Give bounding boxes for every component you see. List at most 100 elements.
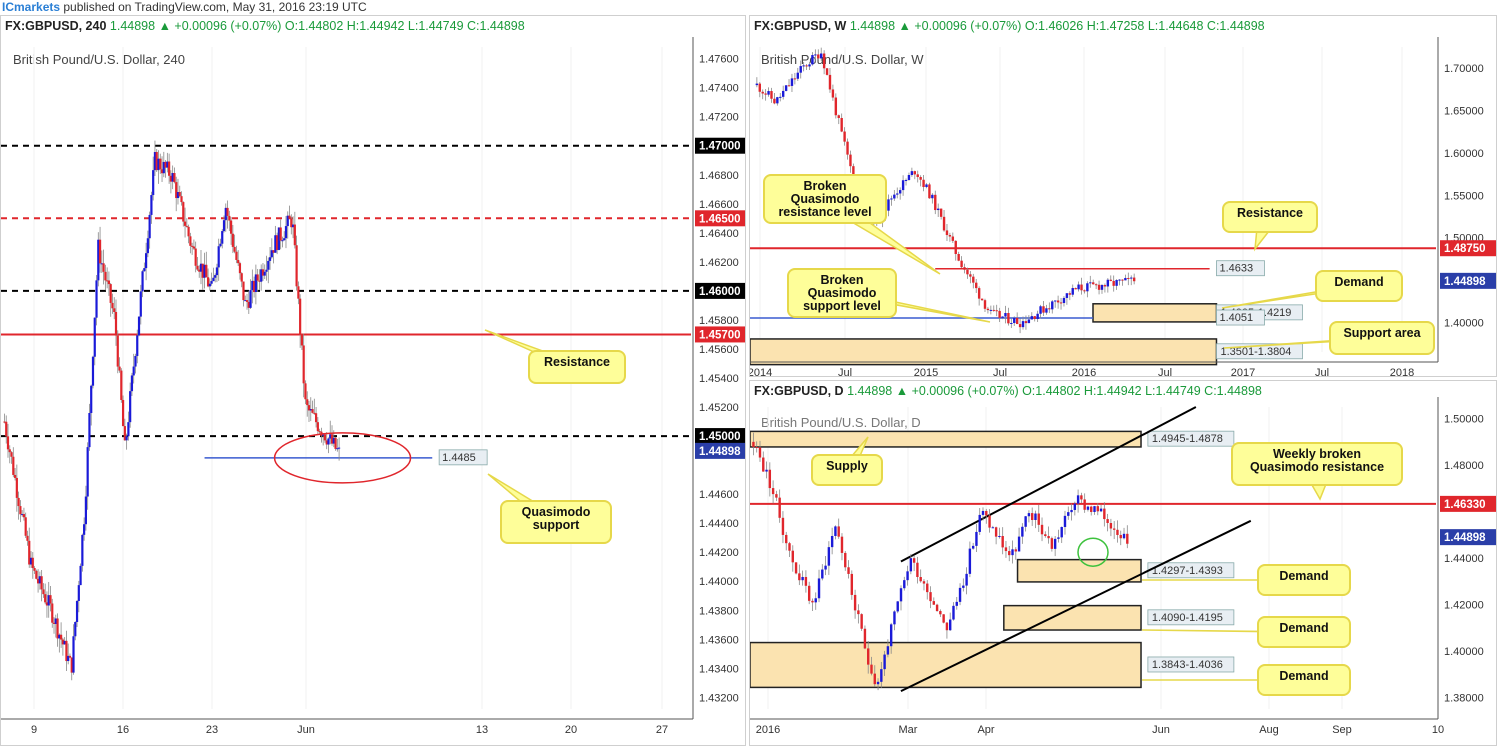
brand-name[interactable]: ICmarkets <box>2 0 60 14</box>
candle-body <box>776 97 779 104</box>
candle-body <box>824 565 827 570</box>
candle-body <box>808 64 811 67</box>
zone-rect <box>750 430 1142 448</box>
annotation-text: Quasimodo resistance <box>1250 460 1384 474</box>
y-tick-label: 1.47600 <box>699 54 739 66</box>
candle-body <box>758 83 761 92</box>
daily-chart-svg[interactable]: 1.4945-1.4878 1.4297-1.4393 1.4090-1.4195 1… <box>750 381 1496 745</box>
candle-body <box>104 271 107 281</box>
weekly-chart-svg[interactable]: 1.4005-1.42191.3501-1.38041.46331.40511.… <box>750 16 1496 376</box>
candle-body <box>1112 528 1116 530</box>
candle-body <box>114 311 118 336</box>
candle-body <box>975 531 978 546</box>
candle-body <box>814 54 817 56</box>
candle-body <box>958 587 962 602</box>
candle-body <box>771 488 775 495</box>
annotation-text: Quasimodo <box>791 192 860 206</box>
candle-body <box>817 54 820 59</box>
candle-body <box>33 568 36 571</box>
candle-body <box>922 581 926 584</box>
candle-body <box>793 78 797 80</box>
candle-body <box>948 235 952 237</box>
candle-body <box>966 269 969 275</box>
candle-body <box>242 281 245 301</box>
candle-body <box>77 585 80 601</box>
candle-body <box>951 236 955 241</box>
candle-body <box>778 497 781 518</box>
h4-chart-panel[interactable]: FX:GBPUSD, 240 1.44898 ▲ +0.00096 (+0.07… <box>0 15 746 746</box>
candle-body <box>1122 533 1126 539</box>
x-tick-label: Jul <box>1158 367 1172 376</box>
candle-body <box>134 356 137 367</box>
y-tick-label: 1.43400 <box>699 663 739 675</box>
candle-body <box>17 497 20 507</box>
candle-body <box>887 199 890 211</box>
level-price-label: 1.47000 <box>699 141 741 153</box>
candle-body <box>942 614 945 623</box>
candle-body <box>194 248 197 266</box>
candle-body <box>215 267 219 276</box>
candle-body <box>240 273 243 282</box>
candle-body <box>1086 506 1090 510</box>
x-tick-label: 2014 <box>750 367 772 376</box>
candle-body <box>931 194 934 199</box>
candle-body <box>125 436 128 441</box>
annotation-text: Demand <box>1279 669 1328 683</box>
candle-body <box>13 474 17 478</box>
candle-body <box>297 286 300 299</box>
candle-body <box>113 308 116 312</box>
weekly-chart-panel[interactable]: FX:GBPUSD, W 1.44898 ▲ +0.00096 (+0.07%)… <box>749 15 1497 377</box>
candle-body <box>880 669 883 682</box>
candle-body <box>992 309 995 311</box>
candle-body <box>316 422 319 432</box>
candle-body <box>173 173 176 183</box>
y-tick-label: 1.70000 <box>1444 63 1484 75</box>
candle-body <box>821 569 824 579</box>
y-tick-label: 1.60000 <box>1444 148 1484 160</box>
candle-body <box>327 438 330 445</box>
candle-body <box>893 194 896 199</box>
candle-body <box>226 207 229 216</box>
annotation-text: Quasimodo <box>808 286 877 300</box>
candle-body <box>995 310 998 312</box>
candle-body <box>784 85 788 91</box>
candle-body <box>831 89 835 98</box>
candle-body <box>802 65 805 67</box>
candle-body <box>1130 277 1133 279</box>
candle-body <box>1027 513 1031 517</box>
candle-body <box>765 469 768 472</box>
x-tick-label: 13 <box>476 724 488 736</box>
candle-body <box>755 83 759 86</box>
candle-body <box>102 263 105 272</box>
candle-body <box>837 526 840 537</box>
y-tick-label: 1.44000 <box>699 576 739 588</box>
y-tick-label: 1.45600 <box>699 344 739 356</box>
candle-body <box>932 601 936 605</box>
candle-body <box>1118 279 1121 281</box>
y-tick-label: 1.40000 <box>1444 646 1484 658</box>
candle-body <box>10 452 13 457</box>
daily-chart-panel[interactable]: FX:GBPUSD, D 1.44898 ▲ +0.00096 (+0.07%)… <box>749 380 1497 746</box>
candle-body <box>936 208 940 211</box>
candle-body <box>906 571 909 581</box>
candle-body <box>843 131 846 142</box>
candle-body <box>1116 529 1119 535</box>
annotation-text: Demand <box>1279 569 1328 583</box>
candle-body <box>913 171 916 175</box>
candle-body <box>107 280 111 285</box>
candle-body <box>801 576 804 581</box>
candle-body <box>1092 282 1095 285</box>
candle-body <box>983 300 987 309</box>
candle-body <box>1065 293 1069 298</box>
candle-body <box>1094 284 1098 286</box>
candle-body <box>205 264 208 278</box>
y-tick-label: 1.44200 <box>699 547 739 559</box>
candle-body <box>1086 283 1089 292</box>
h4-chart-svg[interactable]: 1.4485 1.47600 1.47400 1.47200 1.47000 1.4680… <box>1 16 745 745</box>
candle-body <box>960 260 963 268</box>
candle-body <box>876 681 880 685</box>
candle-body <box>120 370 123 400</box>
candle-body <box>903 580 906 589</box>
candle-body <box>929 592 932 602</box>
y-tick-label: 1.42000 <box>1444 599 1484 611</box>
